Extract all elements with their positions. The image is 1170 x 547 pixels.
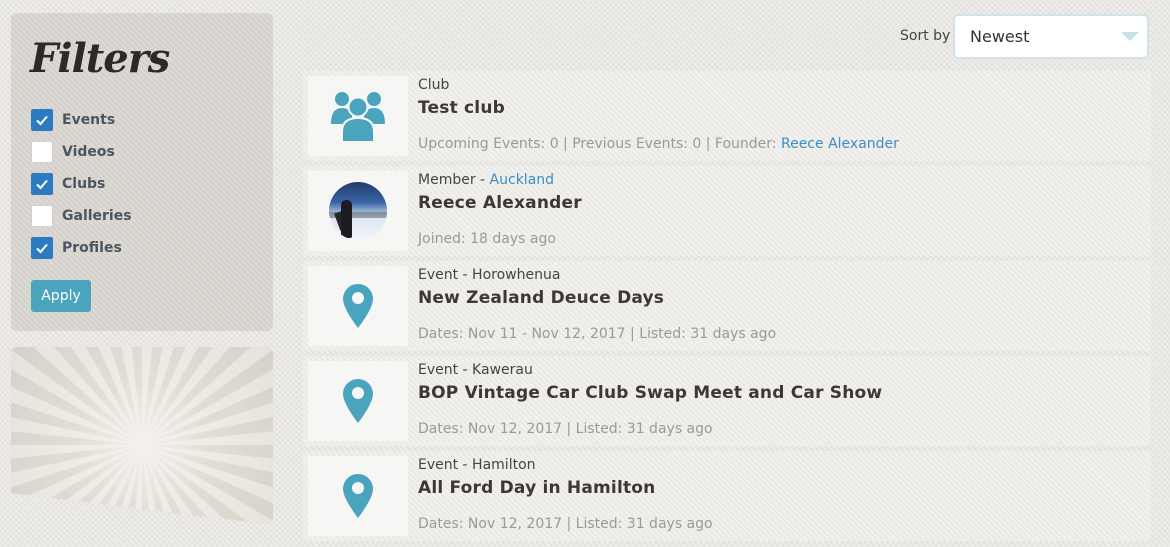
avatar xyxy=(329,182,387,240)
profiles-checkbox[interactable] xyxy=(31,237,53,259)
result-details: Dates: Nov 11 - Nov 12, 2017 | Listed: 3… xyxy=(418,326,777,342)
checkmark-icon xyxy=(36,115,48,126)
checkmark-icon xyxy=(36,243,48,254)
result-item-event: Event - Hamilton All Ford Day in Hamilto… xyxy=(303,451,1151,541)
result-item-member: Member - Auckland Reece Alexander Joined… xyxy=(303,166,1151,256)
location-link[interactable]: Auckland xyxy=(490,172,554,188)
result-type: Member - Auckland xyxy=(418,172,555,188)
sort-label: Sort by xyxy=(900,28,951,44)
filter-label-galleries: Galleries xyxy=(62,208,132,224)
sort-value: Newest xyxy=(970,27,1030,46)
events-checkbox[interactable] xyxy=(31,109,53,131)
filter-videos[interactable]: Videos xyxy=(31,136,132,168)
group-icon xyxy=(331,92,385,142)
result-thumbnail[interactable] xyxy=(308,266,408,346)
filter-profiles[interactable]: Profiles xyxy=(31,232,132,264)
map-pin-icon xyxy=(343,379,373,423)
filter-galleries[interactable]: Galleries xyxy=(31,200,132,232)
result-thumbnail[interactable] xyxy=(308,171,408,251)
result-type: Event - Hamilton xyxy=(418,457,536,473)
result-title[interactable]: Reece Alexander xyxy=(418,193,582,213)
result-title[interactable]: New Zealand Deuce Days xyxy=(418,288,664,308)
filters-title: Filters xyxy=(30,35,170,82)
result-details: Dates: Nov 12, 2017 | Listed: 31 days ag… xyxy=(418,516,713,532)
filter-label-events: Events xyxy=(62,112,116,128)
filter-label-videos: Videos xyxy=(62,144,115,160)
result-item-club: Club Test club Upcoming Events: 0 | Prev… xyxy=(303,71,1151,161)
result-thumbnail[interactable] xyxy=(308,456,408,536)
result-title[interactable]: All Ford Day in Hamilton xyxy=(418,478,656,498)
filter-list: Events Videos Clubs Galleries Profiles xyxy=(31,104,132,264)
clubs-checkbox[interactable] xyxy=(31,173,53,195)
result-type: Event - Horowhenua xyxy=(418,267,561,283)
result-item-event: Event - Horowhenua New Zealand Deuce Day… xyxy=(303,261,1151,351)
founder-link[interactable]: Reece Alexander xyxy=(781,136,899,152)
result-details: Dates: Nov 12, 2017 | Listed: 31 days ag… xyxy=(418,421,713,437)
result-title[interactable]: BOP Vintage Car Club Swap Meet and Car S… xyxy=(418,383,882,403)
filter-label-profiles: Profiles xyxy=(62,240,122,256)
sort-select[interactable]: Newest xyxy=(953,14,1149,59)
result-type: Club xyxy=(418,77,450,93)
chevron-down-icon xyxy=(1121,32,1139,41)
filter-clubs[interactable]: Clubs xyxy=(31,168,132,200)
map-pin-icon xyxy=(343,474,373,518)
filter-events[interactable]: Events xyxy=(31,104,132,136)
result-details: Joined: 18 days ago xyxy=(418,231,556,247)
apply-button[interactable]: Apply xyxy=(31,280,91,312)
checkmark-icon xyxy=(36,179,48,190)
results-list: Club Test club Upcoming Events: 0 | Prev… xyxy=(303,71,1151,546)
result-details: Upcoming Events: 0 | Previous Events: 0 … xyxy=(418,136,899,152)
galleries-checkbox[interactable] xyxy=(31,205,53,227)
filter-label-clubs: Clubs xyxy=(62,176,106,192)
decorative-sunburst-image xyxy=(11,347,273,525)
result-item-event: Event - Kawerau BOP Vintage Car Club Swa… xyxy=(303,356,1151,446)
filters-panel: Filters Events Videos Clubs Galleries Pr… xyxy=(11,13,273,331)
result-thumbnail[interactable] xyxy=(308,361,408,441)
map-pin-icon xyxy=(343,284,373,328)
videos-checkbox[interactable] xyxy=(31,141,53,163)
result-title[interactable]: Test club xyxy=(418,98,505,118)
result-type: Event - Kawerau xyxy=(418,362,533,378)
result-thumbnail[interactable] xyxy=(308,76,408,156)
